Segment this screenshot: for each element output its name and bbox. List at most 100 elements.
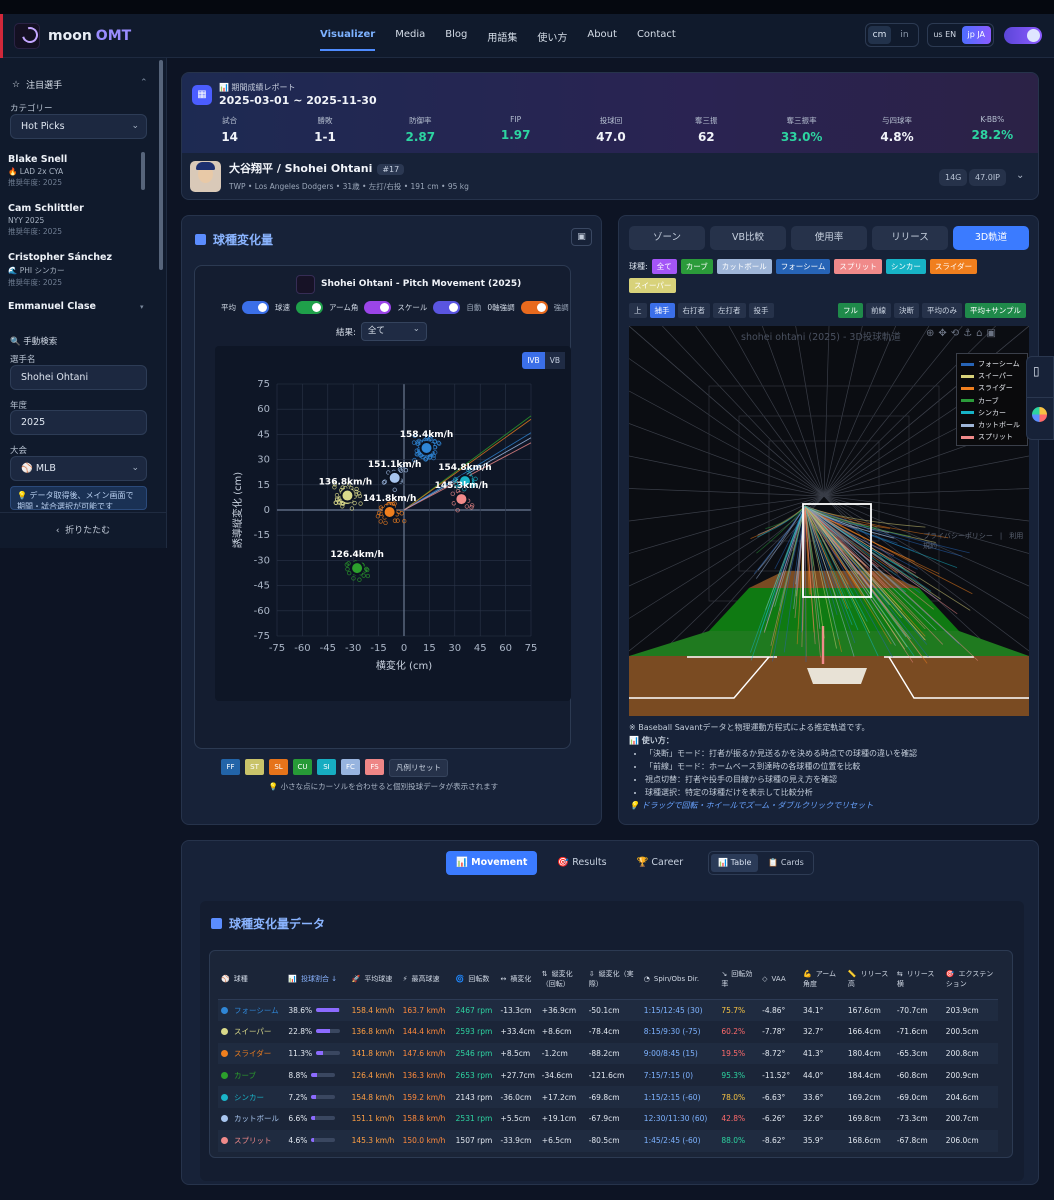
lang-ja-button[interactable]: jp JA [961,26,991,44]
pitcher-item[interactable]: Emmanuel Clase [8,301,96,312]
filter-cutter[interactable]: カットボール [716,259,772,274]
column-header[interactable]: ⚡ 最高球速 [399,959,453,1000]
mode-decision[interactable]: 決断 [894,303,919,318]
view-catcher[interactable]: 捕手 [649,303,675,318]
legend-si[interactable]: SI [317,759,336,775]
column-header[interactable]: 🎯 エクステンション [942,959,998,1000]
mode-full[interactable]: フル [838,303,863,318]
theme-toggle[interactable] [1004,27,1042,44]
unit-cm-button[interactable]: cm [868,26,891,44]
column-header[interactable]: 💪 アーム角度 [799,959,845,1000]
avg-toggle[interactable] [242,301,269,314]
column-header[interactable]: 📏 リリース高 [844,959,894,1000]
legend-entry[interactable]: シンカー [957,407,1027,419]
column-header[interactable]: ◔ Spin/Obs Dir. [640,959,719,1000]
filter-sinker[interactable]: シンカー [885,259,926,274]
filter-fourseam[interactable]: フォーシーム [775,259,831,274]
mode-avg-only[interactable]: 平均のみ [922,303,962,318]
tab-zone[interactable]: ゾーン [629,226,705,250]
column-header[interactable]: ⇩ 縦変化（実際） [585,959,641,1000]
legend-entry[interactable]: スライダー [957,382,1027,394]
nav-media[interactable]: Media [395,29,425,51]
scale-toggle[interactable] [433,301,461,314]
tab-release[interactable]: リリース [872,226,948,250]
expand-chevron-icon[interactable]: ⌄ [1016,170,1024,181]
column-header[interactable]: 🚀 平均球速 [348,959,400,1000]
legend-fs[interactable]: FS [365,759,384,775]
featured-section-header[interactable]: ☆ 注目選手 [12,78,62,92]
legend-fc[interactable]: FC [341,759,360,775]
unit-in-button[interactable]: in [893,26,916,44]
nav-contact[interactable]: Contact [637,29,676,51]
zero-axis-toggle[interactable] [520,301,548,314]
table-view-button[interactable]: 📊 Table [711,854,759,872]
legend-entry[interactable]: スプリット [957,431,1027,443]
legend-entry[interactable]: スイーパー [957,370,1027,382]
player-input[interactable]: Shohei Ohtani [10,365,147,390]
pitcher-item[interactable]: Cam Schlittler NYY 2025 推奨年度: 2025 [8,203,84,237]
view-pitcher[interactable]: 投手 [748,303,774,318]
legend-entry[interactable]: フォーシーム [957,358,1027,370]
column-header[interactable]: ↘ 回転効率 [718,959,760,1000]
legend-cu[interactable]: CU [293,759,312,775]
table-row[interactable]: カーブ 8.8% 126.4 km/h 136.3 km/h 2653 rpm +27.7… [218,1064,998,1086]
nav-howto[interactable]: 使い方 [537,29,567,51]
tab-results[interactable]: 🎯 Results [547,851,616,875]
trajectory-3d-view[interactable]: shohei ohtani (2025) - 3D投球軌道 ⊕✥⟲⚓⌂▣ フォー… [629,326,1029,716]
nav-glossary[interactable]: 用語集 [487,29,517,51]
tab-3d-trajectory[interactable]: 3D軌道 [953,226,1029,250]
mode-front[interactable]: 前線 [866,303,891,318]
arm-angle-toggle[interactable] [364,301,392,314]
ivb-button[interactable]: IVB [522,352,545,369]
speed-toggle[interactable] [296,301,323,314]
view-top[interactable]: 上 [629,303,647,318]
tab-career[interactable]: 🏆 Career [627,851,694,875]
legend-entry[interactable]: カットボール [957,419,1027,431]
league-select[interactable]: ⚾ MLB ⌄ [10,456,147,481]
tab-usage[interactable]: 使用率 [791,226,867,250]
logo[interactable]: moon OMT [14,23,131,49]
pitcher-list-scrollbar[interactable] [141,152,145,190]
pitcher-item[interactable]: Blake Snell 🔥 LAD 2x CYA 推奨年度: 2025 [8,154,67,188]
legend-reset-button[interactable]: 凡例リセット [389,759,448,777]
chevron-up-icon[interactable]: ⌃ [140,78,148,88]
nav-blog[interactable]: Blog [445,29,467,51]
table-row[interactable]: スプリット 4.6% 145.3 km/h 150.0 km/h 1507 rpm -33… [218,1129,998,1152]
table-row[interactable]: スイーパー 22.8% 136.8 km/h 144.4 km/h 2593 rpm +3… [218,1021,998,1043]
category-select[interactable]: Hot Picks ⌄ [10,114,147,139]
mode-avg-sample[interactable]: 平均+サンプル [965,303,1027,318]
tab-vb-compare[interactable]: VB比較 [710,226,786,250]
legend-ff[interactable]: FF [221,759,240,775]
result-select[interactable]: 全て [360,321,427,341]
movement-plot[interactable]: IVB VB -75 -75 -60 -60 -45 -45 -30 -30 -15 -15 0 0 1… [215,346,571,701]
table-row[interactable]: シンカー 7.2% 154.8 km/h 159.2 km/h 2143 rpm -36.… [218,1086,998,1108]
table-row[interactable]: カットボール 6.6% 151.1 km/h 158.8 km/h 2531 rpm +5… [218,1108,998,1130]
palette-icon[interactable] [1032,407,1047,422]
filter-slider[interactable]: スライダー [929,259,978,274]
filter-split[interactable]: スプリット [834,259,882,274]
table-row[interactable]: フォーシーム 38.6% 158.4 km/h 163.7 km/h 2467 rpm -… [218,999,998,1021]
plot-toolbar-icons[interactable]: ⊕✥⟲⚓⌂▣ [926,328,1000,339]
table-row[interactable]: スライダー 11.3% 141.8 km/h 147.6 km/h 2546 rpm +8… [218,1042,998,1065]
tab-movement[interactable]: 📊 Movement [446,851,538,875]
collapse-sidebar-button[interactable]: ‹ 折りたたむ [0,512,166,548]
scroll-down-icon[interactable]: ▾ [140,303,144,311]
column-header[interactable]: 📊 投球割合 ↓ [285,959,349,1000]
lang-en-button[interactable]: us EN [930,26,960,44]
legend-sl[interactable]: SL [269,759,288,775]
legend-st[interactable]: ST [245,759,264,775]
pitcher-item[interactable]: Cristopher Sánchez 🌊 PHI シンカー 推奨年度: 2025 [8,252,112,288]
column-header[interactable]: ↔ 横変化 [497,959,539,1000]
sidebar-scrollbar[interactable] [159,60,163,270]
year-input[interactable]: 2025 [10,410,147,435]
image-download-icon[interactable]: ▣ [571,228,592,246]
vb-button[interactable]: VB [544,352,565,369]
view-rhb[interactable]: 右打者 [677,303,710,318]
legend-entry[interactable]: カーブ [957,395,1027,407]
filter-sweeper[interactable]: スイーパー [629,278,677,293]
filter-curve[interactable]: カーブ [680,259,713,274]
column-header[interactable]: ⇆ リリース横 [893,959,943,1000]
nav-visualizer[interactable]: Visualizer [320,29,376,51]
privacy-links[interactable]: プライバシーポリシー | 利用規約 [923,531,1029,551]
book-icon[interactable]: ▯ [1033,364,1040,378]
